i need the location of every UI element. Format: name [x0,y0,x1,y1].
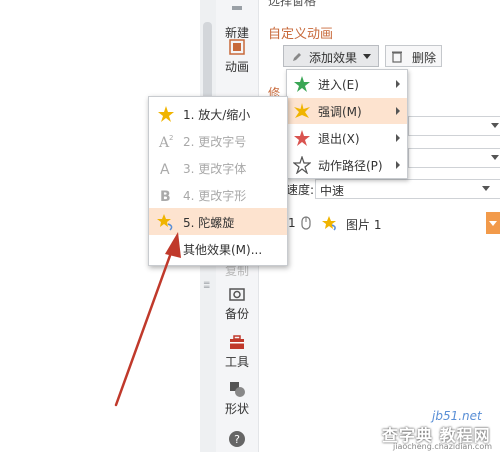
menu-item-exit[interactable]: 退出(X) [287,125,407,151]
speed-combo[interactable]: 中速 [315,179,500,199]
menu-item-change-font-size: A2 2. 更改字号 [149,127,287,154]
nav-item-backup[interactable]: 备份 [216,285,258,322]
speed-label: 速度: [286,183,315,197]
help-icon: ? [229,431,245,447]
nav-item-help[interactable]: ? [216,430,258,450]
enter-star-icon [294,76,310,92]
chevron-down-icon [363,54,371,59]
backup-icon [229,288,245,301]
chevron-down-icon [491,123,499,128]
trash-icon [392,51,402,63]
watermark-url: jiaocheng.chazidian.com [393,442,493,451]
font-style-icon: B [160,189,171,204]
svg-text:B: B [160,189,171,204]
font-size-icon: A2 [158,134,173,150]
row-index: 1 [288,216,296,230]
delete-label: 删除 [412,51,437,65]
spin-star-icon [322,216,336,231]
menu-item-label: 1. 放大/缩小 [183,108,251,122]
motion-path-icon [293,156,311,174]
nav-item-new[interactable]: 新建 [216,4,258,41]
menu-item-label: 其他效果(M)... [183,243,263,257]
nav-label: 复制 [224,264,249,278]
row-dropdown-button[interactable] [486,212,500,234]
animation-list-row[interactable]: 1 图片 1 [286,212,500,234]
start-combo[interactable] [408,116,500,136]
menu-item-motion-path[interactable]: 动作路径(P) [287,152,407,178]
shapes-icon [230,382,245,397]
menu-item-label: 5. 陀螺旋 [183,216,235,230]
menu-item-enter[interactable]: 进入(E) [287,71,407,97]
menu-item-label: 3. 更改字体 [183,162,247,176]
chevron-down-icon [491,155,499,160]
menu-item-change-font: A 3. 更改字体 [149,154,287,181]
nav-label: 形状 [224,402,249,416]
menu-item-change-font-style: B 4. 更改字形 [149,181,287,208]
menu-item-label: 2. 更改字号 [183,135,247,149]
spin-icon [157,214,173,231]
animation-icon [229,39,245,55]
effect-type-menu: 进入(E) 强调(M) 退出(X) 动作路径(P) [286,69,408,179]
nav-item-tools[interactable]: 工具 [216,333,258,370]
font-icon: A [160,162,170,177]
menu-item-spin[interactable]: 5. 陀螺旋 [149,208,287,235]
svg-text:2: 2 [169,134,173,142]
menu-item-grow-shrink[interactable]: 1. 放大/缩小 [149,100,287,127]
svg-text:?: ? [234,433,240,446]
row-label: 图片 1 [346,218,382,232]
svg-text:A: A [160,162,170,177]
property-combo[interactable] [408,148,500,168]
nav-label: 工具 [224,355,249,369]
menu-item-label: 强调(M) [318,105,362,119]
delete-button[interactable]: 删除 [385,45,442,67]
emphasis-effects-menu: 1. 放大/缩小 A2 2. 更改字号 A 3. 更改字体 B 4. 更改字形 … [148,96,288,266]
nav-item-shapes[interactable]: 形状 [216,380,258,417]
chevron-right-icon [396,80,400,88]
menu-item-label: 退出(X) [318,132,360,146]
chevron-down-icon [482,186,490,191]
emphasis-star-icon [294,103,310,118]
grow-shrink-icon [158,106,174,122]
menu-item-label: 动作路径(P) [318,159,383,173]
exit-star-icon [294,130,310,146]
watermark-domain: jb51.net [432,409,482,423]
chevron-down-icon [489,221,497,226]
custom-animation-title: 自定义动画 [268,27,334,42]
nav-item-animation[interactable]: 动画 [216,38,258,75]
add-effect-button[interactable]: 添加效果 [283,45,379,67]
chevron-right-icon [396,107,400,115]
add-effect-label: 添加效果 [309,51,358,65]
scrollbar-thumb[interactable] [203,22,212,102]
selection-pane-label[interactable]: 选择窗格 [268,0,316,9]
menu-item-label: 4. 更改字形 [183,189,247,203]
toolbox-icon [230,335,244,349]
chevron-right-icon [396,161,400,169]
menu-item-label: 进入(E) [318,78,359,92]
resize-grip-icon[interactable]: ═ ═ [204,280,212,296]
nav-label: 备份 [224,307,249,321]
speed-value: 中速 [320,184,345,198]
chevron-right-icon [396,134,400,142]
nav-label: 动画 [224,60,249,74]
menu-item-more-effects[interactable]: 其他效果(M)... [149,235,287,262]
mouse-click-icon [301,216,311,230]
new-icon [232,6,242,10]
pencil-icon [293,53,301,61]
menu-item-emphasis[interactable]: 强调(M) [287,98,407,124]
